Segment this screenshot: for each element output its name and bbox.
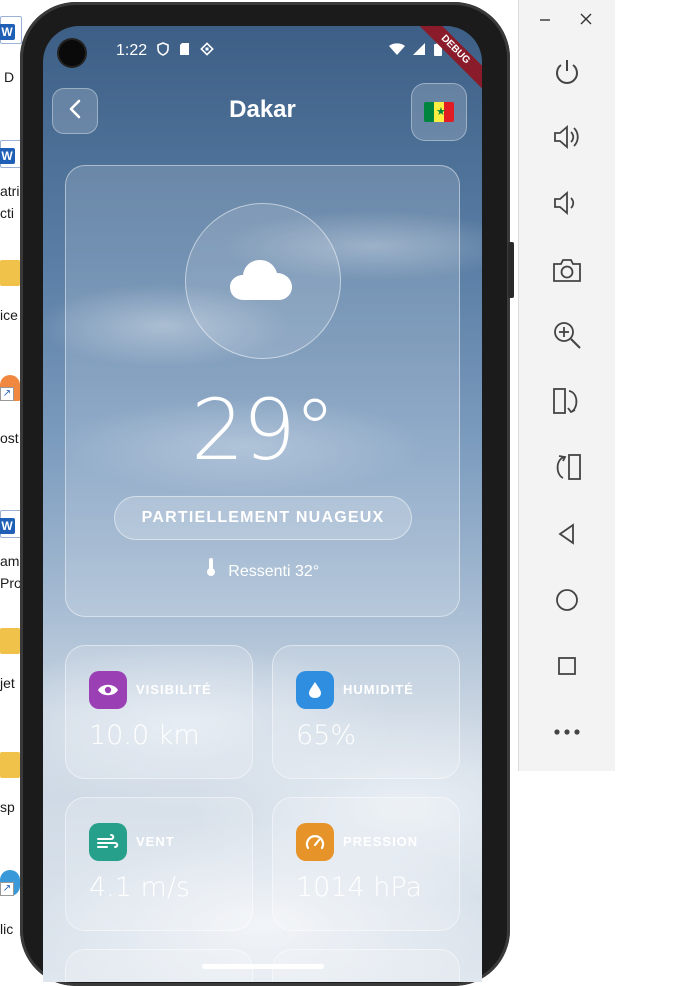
wifi-icon (389, 43, 413, 59)
stat-label: VENT (136, 834, 175, 849)
country-flag-button[interactable]: ★ (411, 83, 467, 141)
desktop-icon-label: jet (0, 675, 15, 691)
stat-label: HUMIDITÉ (343, 682, 414, 697)
minimize-icon[interactable] (539, 10, 551, 31)
status-right-icons (389, 42, 442, 59)
temperature: 29° (191, 381, 336, 479)
word-doc-icon (0, 510, 22, 538)
senegal-flag-icon: ★ (424, 102, 454, 122)
word-doc-icon (0, 16, 22, 44)
rotate-right-icon[interactable] (549, 449, 585, 485)
desktop-icon-label: am Pro (0, 553, 22, 591)
stat-card-visibility: VISIBILITÉ 10.0 km (65, 645, 253, 779)
gesture-home-bar[interactable] (202, 964, 324, 969)
folder-icon (0, 752, 20, 778)
network-shortcut-icon (0, 870, 20, 896)
signal-icon (413, 43, 434, 59)
status-left-icons (157, 42, 214, 59)
gauge-icon (296, 823, 334, 861)
power-icon[interactable] (549, 54, 585, 90)
stat-value: 65% (296, 720, 357, 751)
camera-icon[interactable] (549, 252, 585, 288)
folder-icon (0, 260, 20, 286)
volume-down-icon[interactable] (549, 185, 585, 221)
overview-icon[interactable] (549, 648, 585, 684)
volume-up-icon[interactable] (549, 119, 585, 155)
cloud-icon (230, 256, 292, 307)
folder-icon (0, 628, 20, 654)
stat-card-pressure: PRESSION 1014 hPa (272, 797, 460, 931)
desktop-icon-label: D (4, 69, 15, 85)
wind-icon (89, 823, 127, 861)
feels-like-text: Ressenti 32° (228, 563, 320, 580)
vpn-icon (199, 42, 214, 59)
desktop-icon-label: atri cti (0, 183, 20, 221)
desktop-icon-label: ice (0, 307, 18, 323)
front-camera (59, 40, 85, 66)
close-icon[interactable] (580, 10, 592, 31)
desktop-icon-label: lic (0, 921, 14, 937)
stat-value: 4.1 m/s (89, 872, 190, 903)
word-doc-icon (0, 140, 22, 168)
stat-card-humidity: HUMIDITÉ 65% (272, 645, 460, 779)
back-icon[interactable] (549, 516, 585, 552)
condition-pill: PARTIELLEMENT NUAGEUX (114, 496, 412, 540)
stat-card-wind: VENT 4.1 m/s (65, 797, 253, 931)
current-weather-card: 29° PARTIELLEMENT NUAGEUX Ressenti 32° (65, 165, 460, 617)
desktop-icon-label: ost (0, 430, 19, 446)
eye-icon (89, 671, 127, 709)
more-icon[interactable] (549, 714, 585, 750)
status-bar: 1:22 DEBUG (43, 26, 482, 95)
desktop-icon-label: sp (0, 799, 15, 815)
status-time: 1:22 (116, 42, 148, 59)
stat-value: 10.0 km (89, 720, 200, 751)
drop-icon (296, 671, 334, 709)
sd-card-icon (179, 43, 200, 59)
stat-label: VISIBILITÉ (136, 682, 212, 697)
thermometer-icon (206, 558, 220, 580)
stat-label: PRESSION (343, 834, 419, 849)
rotate-left-icon[interactable] (549, 383, 585, 419)
weather-icon-circle (185, 203, 341, 359)
home-icon[interactable] (549, 582, 585, 618)
zoom-icon[interactable] (549, 317, 585, 353)
shield-icon (157, 42, 179, 59)
app-shortcut-icon (0, 375, 20, 401)
stat-value: 1014 hPa (296, 872, 423, 903)
app-screen: 1:22 DEBUG Dakar ★ 29° PARTIELLEMENT NUA… (43, 26, 482, 982)
phone-side-button (508, 242, 514, 298)
feels-like: Ressenti 32° (66, 558, 459, 581)
emulator-toolbar (518, 0, 615, 771)
